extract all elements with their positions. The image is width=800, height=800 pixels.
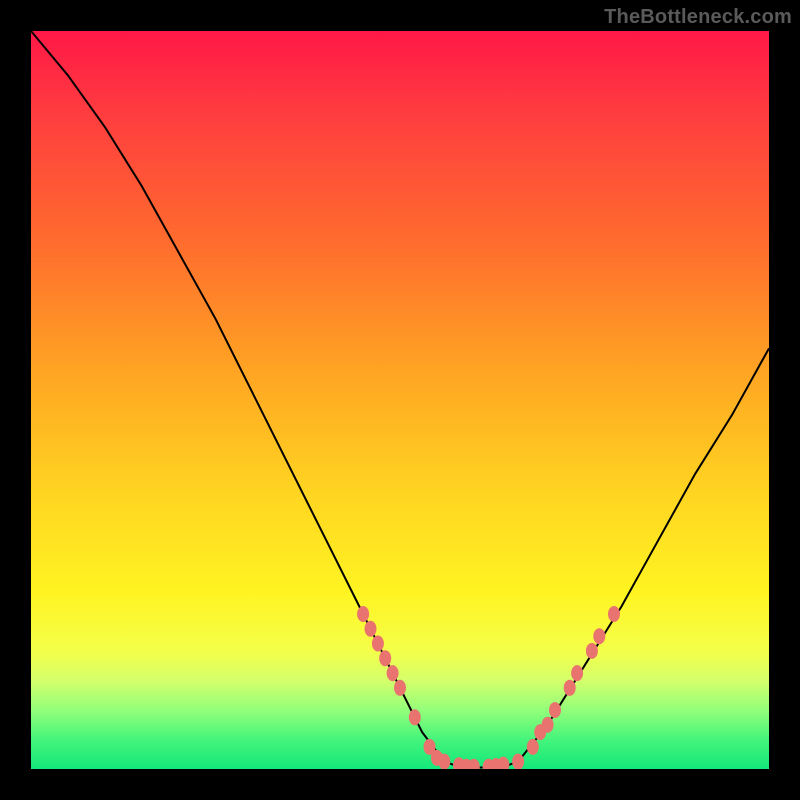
- plot-area: [31, 31, 769, 769]
- watermark-text: TheBottleneck.com: [604, 6, 792, 29]
- chart-frame: TheBottleneck.com: [0, 0, 800, 800]
